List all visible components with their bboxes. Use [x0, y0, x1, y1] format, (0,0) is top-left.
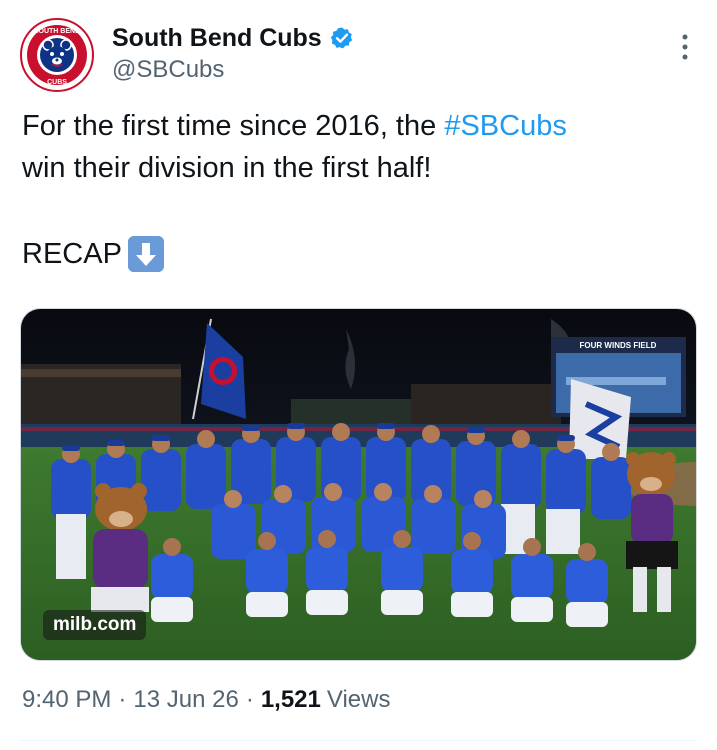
tweet-text-line-1: For the first time since 2016, the #SBCu… — [22, 105, 702, 147]
avatar-text-bottom: CUBS — [47, 79, 67, 86]
tweet-text: For the first time since 2016, the #SBCu… — [22, 105, 702, 189]
recap-text: RECAP — [22, 238, 122, 270]
hashtag-link[interactable]: #SBCubs — [444, 110, 567, 142]
display-name[interactable]: South Bend Cubs — [112, 24, 322, 53]
avatar-text-top: SOUTH BEND — [34, 28, 80, 35]
views-count[interactable]: 1,521 — [261, 686, 321, 714]
tweet-header: SOUTH BEND CUBS South Bend Cubs @SBCubs — [20, 18, 697, 92]
tweet-text-start: For the first time since 2016, the — [22, 110, 445, 142]
tweet-time[interactable]: 9:40 PM — [22, 686, 111, 714]
scoreboard-text: FOUR WINDS FIELD — [580, 341, 657, 350]
divider — [20, 740, 697, 741]
more-options-icon[interactable] — [679, 32, 691, 62]
meta-separator: · — [245, 686, 254, 713]
team-celebration-photo: FOUR WINDS FIELD — [21, 309, 696, 660]
recap-line: RECAP — [22, 233, 164, 275]
tweet-date[interactable]: 13 Jun 26 — [133, 686, 238, 714]
verified-badge-icon[interactable] — [330, 26, 354, 50]
author-handle[interactable]: @SBCubs — [112, 56, 354, 84]
display-name-row: South Bend Cubs — [112, 20, 354, 56]
avatar[interactable]: SOUTH BEND CUBS — [20, 18, 94, 92]
tweet-text-line-2: win their division in the first half! — [22, 152, 432, 184]
author-names: South Bend Cubs @SBCubs — [112, 20, 354, 84]
views-label: Views — [326, 686, 391, 713]
down-arrow-emoji-icon — [127, 236, 164, 272]
tweet-photo[interactable]: FOUR WINDS FIELD milb.com — [20, 308, 697, 661]
meta-separator: · — [118, 686, 127, 713]
milb-watermark: milb.com — [43, 610, 147, 640]
cubs-logo-icon: SOUTH BEND CUBS — [24, 22, 90, 88]
tweet-metadata: 9:40 PM · 13 Jun 26 · 1,521 Views — [22, 686, 390, 714]
